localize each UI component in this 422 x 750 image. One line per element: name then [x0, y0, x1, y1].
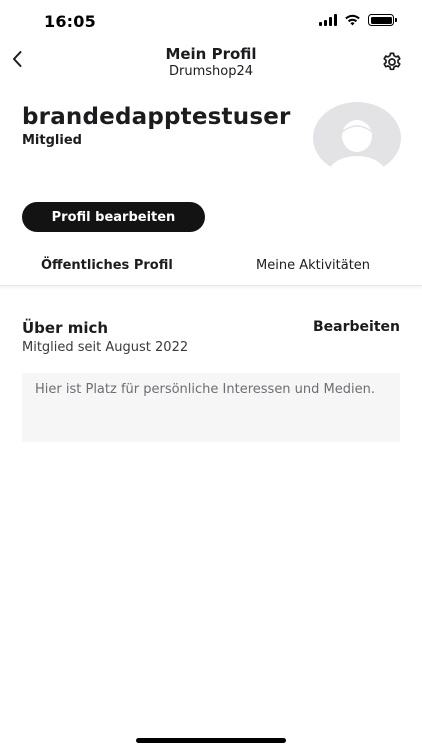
avatar[interactable] [313, 102, 401, 174]
home-indicator [136, 738, 286, 743]
page-title: Mein Profil [165, 45, 257, 63]
member-since-text: Mitglied seit August 2022 [22, 340, 189, 355]
edit-profile-button[interactable]: Profil bearbeiten [22, 202, 205, 232]
profile-tabs: Öffentliches Profil Meine Aktivitäten [0, 248, 422, 286]
status-time: 16:05 [44, 12, 96, 31]
wifi-icon [345, 14, 360, 26]
tab-public-profile[interactable]: Öffentliches Profil [41, 258, 173, 273]
status-bar: 16:05 [0, 0, 422, 44]
page-subtitle: Drumshop24 [168, 64, 254, 79]
cellular-signal-icon [319, 14, 337, 26]
gear-icon [383, 52, 401, 71]
about-section-title: Über mich [22, 319, 109, 337]
navigation-bar: Mein Profil Drumshop24 [0, 40, 422, 84]
about-edit-link[interactable]: Bearbeiten [313, 319, 400, 335]
avatar-placeholder-icon [327, 120, 387, 174]
settings-button[interactable] [380, 50, 404, 74]
profile-username: brandedapptestuser [22, 104, 291, 130]
battery-icon [368, 14, 397, 26]
about-placeholder-box: Hier ist Platz für persönliche Interesse… [22, 373, 400, 442]
status-icons [319, 14, 397, 26]
profile-role: Mitglied [22, 133, 82, 148]
tab-my-activities[interactable]: Meine Aktivitäten [256, 258, 370, 273]
